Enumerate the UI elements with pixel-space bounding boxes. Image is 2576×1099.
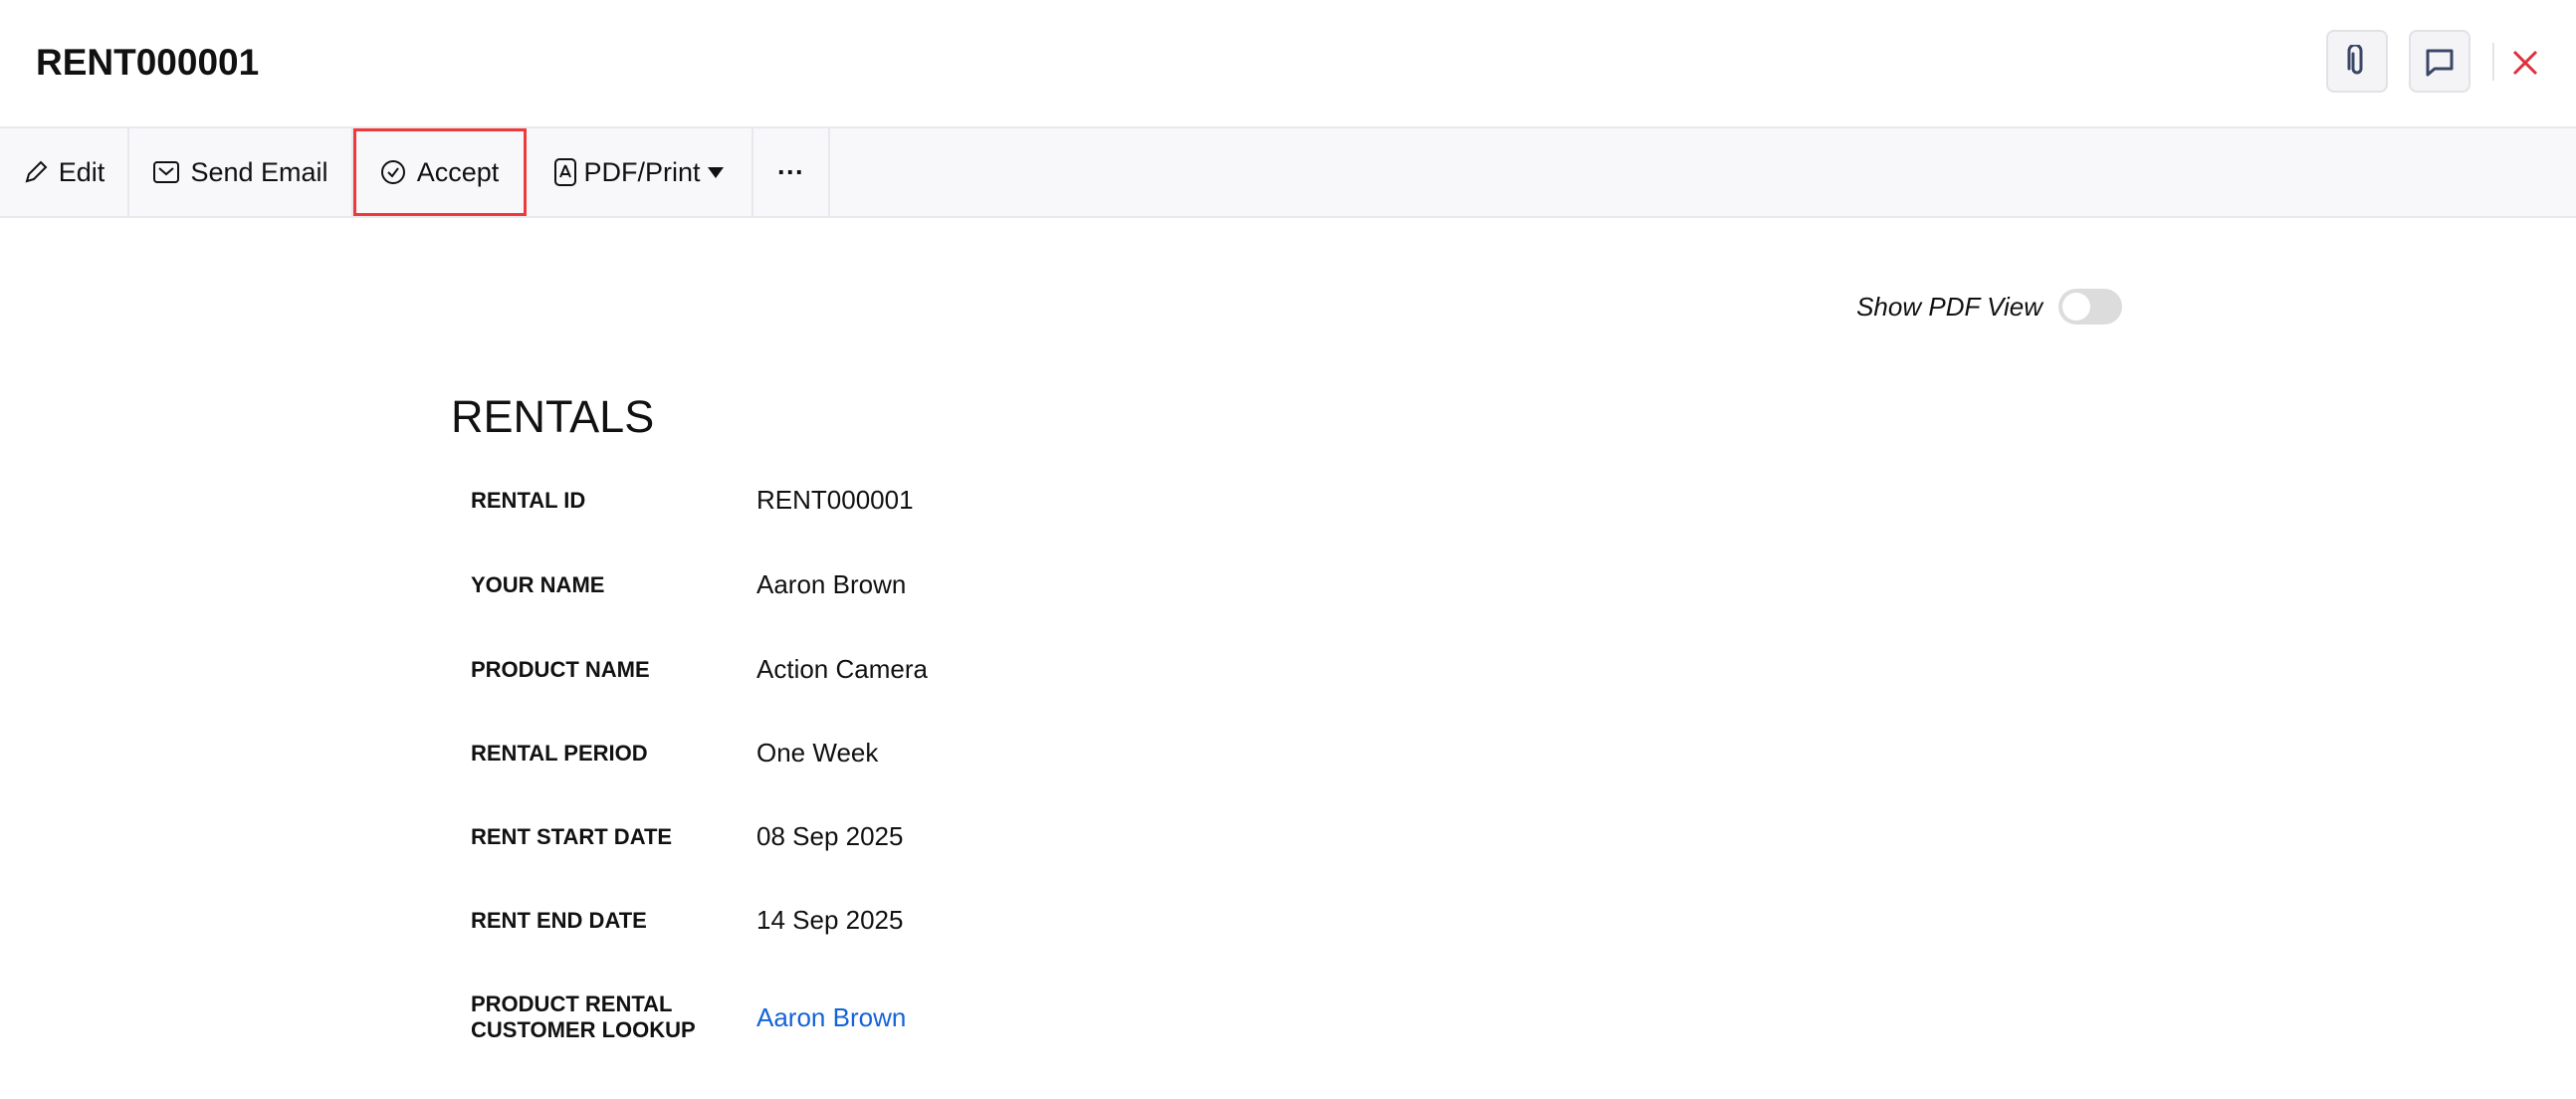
comment-icon	[2423, 45, 2457, 79]
field-value: Action Camera	[756, 654, 928, 685]
envelope-icon	[152, 159, 180, 185]
section-title: RENTALS	[451, 391, 654, 443]
close-icon	[2511, 49, 2539, 77]
more-actions-button[interactable]: ···	[753, 128, 830, 216]
field-row: YOUR NAME Aaron Brown	[471, 569, 906, 600]
page-title: RENT000001	[36, 42, 259, 84]
send-email-label: Send Email	[190, 157, 327, 188]
accept-label: Accept	[417, 157, 500, 188]
field-label: PRODUCT NAME	[471, 657, 756, 683]
accept-button[interactable]: Accept	[353, 128, 527, 216]
pdf-print-dropdown[interactable]: PDF/Print	[527, 128, 753, 216]
pdf-icon	[553, 157, 577, 187]
field-value: 14 Sep 2025	[756, 905, 903, 936]
caret-down-icon	[707, 165, 725, 179]
close-button[interactable]	[2506, 44, 2544, 82]
pdf-print-label: PDF/Print	[583, 157, 700, 188]
edit-button[interactable]: Edit	[0, 128, 129, 216]
field-label: RENTAL ID	[471, 488, 756, 514]
action-toolbar: Edit Send Email Accept PDF/Print ···	[0, 126, 2576, 218]
field-row: RENTAL ID RENT000001	[471, 485, 914, 516]
field-row: PRODUCT RENTAL CUSTOMER LOOKUP Aaron Bro…	[471, 991, 906, 1043]
field-label: RENTAL PERIOD	[471, 741, 756, 767]
send-email-button[interactable]: Send Email	[129, 128, 353, 216]
comment-button[interactable]	[2409, 30, 2470, 93]
field-label: RENT END DATE	[471, 908, 756, 934]
pdf-view-toggle[interactable]	[2058, 289, 2122, 325]
field-label: PRODUCT RENTAL CUSTOMER LOOKUP	[471, 991, 756, 1043]
paperclip-icon	[2344, 45, 2370, 79]
field-label: RENT START DATE	[471, 824, 756, 850]
field-row: RENTAL PERIOD One Week	[471, 738, 878, 769]
field-row: RENT END DATE 14 Sep 2025	[471, 905, 903, 936]
check-circle-icon	[379, 158, 407, 186]
field-row: PRODUCT NAME Action Camera	[471, 654, 928, 685]
header-divider	[2492, 43, 2494, 81]
pdf-view-label: Show PDF View	[1856, 292, 2042, 323]
field-value: 08 Sep 2025	[756, 821, 903, 852]
field-row: RENT START DATE 08 Sep 2025	[471, 821, 903, 852]
field-value: One Week	[756, 738, 878, 769]
field-label: YOUR NAME	[471, 572, 756, 598]
field-value: Aaron Brown	[756, 569, 906, 600]
pencil-icon	[23, 159, 49, 185]
more-icon: ···	[777, 157, 804, 188]
field-value: RENT000001	[756, 485, 914, 516]
customer-lookup-link[interactable]: Aaron Brown	[756, 1002, 906, 1033]
attachment-button[interactable]	[2326, 30, 2388, 93]
pdf-view-toggle-row: Show PDF View	[1856, 289, 2122, 325]
edit-label: Edit	[59, 157, 106, 188]
